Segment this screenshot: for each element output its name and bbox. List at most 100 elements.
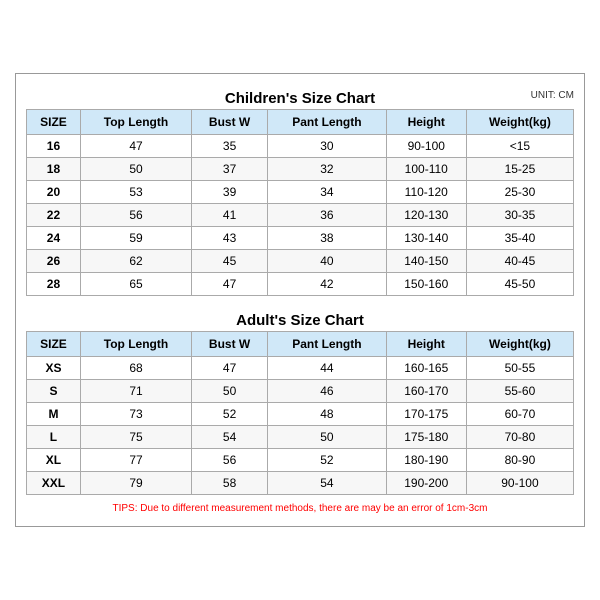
table-cell: 30-35 — [466, 204, 573, 227]
table-row: M735248170-17560-70 — [27, 403, 574, 426]
table-cell: 180-190 — [386, 449, 466, 472]
table-cell: 47 — [80, 135, 191, 158]
table-cell: 170-175 — [386, 403, 466, 426]
table-cell: 90-100 — [386, 135, 466, 158]
table-row: 1647353090-100<15 — [27, 135, 574, 158]
table-cell: 56 — [192, 449, 268, 472]
table-cell: 60-70 — [466, 403, 573, 426]
table-cell: 45-50 — [466, 273, 573, 296]
table-cell: L — [27, 426, 81, 449]
table-cell: 50 — [268, 426, 386, 449]
table-cell: 46 — [268, 380, 386, 403]
table-cell: 24 — [27, 227, 81, 250]
tips-text: TIPS: Due to different measurement metho… — [26, 499, 574, 516]
table-cell: S — [27, 380, 81, 403]
table-cell: 16 — [27, 135, 81, 158]
table-cell: 160-170 — [386, 380, 466, 403]
table-cell: 45 — [192, 250, 268, 273]
table-cell: 56 — [80, 204, 191, 227]
table-cell: 175-180 — [386, 426, 466, 449]
table-cell: 77 — [80, 449, 191, 472]
table-cell: 20 — [27, 181, 81, 204]
table-row: XXL795854190-20090-100 — [27, 472, 574, 495]
table-cell: 35 — [192, 135, 268, 158]
table-cell: 58 — [192, 472, 268, 495]
col-header-weight: Weight(kg) — [466, 110, 573, 135]
table-cell: 150-160 — [386, 273, 466, 296]
table-cell: 70-80 — [466, 426, 573, 449]
table-cell: 30 — [268, 135, 386, 158]
table-row: XL775652180-19080-90 — [27, 449, 574, 472]
table-cell: XL — [27, 449, 81, 472]
table-cell: 28 — [27, 273, 81, 296]
table-cell: 40 — [268, 250, 386, 273]
table-cell: 62 — [80, 250, 191, 273]
unit-label: UNIT: CM — [531, 90, 574, 101]
table-cell: 37 — [192, 158, 268, 181]
table-cell: 65 — [80, 273, 191, 296]
table-row: 26624540140-15040-45 — [27, 250, 574, 273]
adult-col-header-size: SIZE — [27, 332, 81, 357]
adult-col-header-weight: Weight(kg) — [466, 332, 573, 357]
adult-col-header-pant-length: Pant Length — [268, 332, 386, 357]
adult-col-header-top-length: Top Length — [80, 332, 191, 357]
adult-col-header-height: Height — [386, 332, 466, 357]
table-cell: 80-90 — [466, 449, 573, 472]
table-cell: 53 — [80, 181, 191, 204]
table-cell: M — [27, 403, 81, 426]
table-cell: XXL — [27, 472, 81, 495]
children-section-title: Children's Size Chart UNIT: CM — [26, 84, 574, 109]
table-cell: 71 — [80, 380, 191, 403]
table-cell: 54 — [192, 426, 268, 449]
table-cell: 41 — [192, 204, 268, 227]
table-row: 22564136120-13030-35 — [27, 204, 574, 227]
table-cell: 18 — [27, 158, 81, 181]
table-cell: 36 — [268, 204, 386, 227]
table-cell: 32 — [268, 158, 386, 181]
table-cell: 35-40 — [466, 227, 573, 250]
table-cell: 100-110 — [386, 158, 466, 181]
table-row: XS684744160-16550-55 — [27, 357, 574, 380]
table-cell: 54 — [268, 472, 386, 495]
table-cell: 73 — [80, 403, 191, 426]
adult-table-body: XS684744160-16550-55S715046160-17055-60M… — [27, 357, 574, 495]
col-header-top-length: Top Length — [80, 110, 191, 135]
table-row: 28654742150-16045-50 — [27, 273, 574, 296]
table-row: 24594338130-14035-40 — [27, 227, 574, 250]
size-chart-container: Children's Size Chart UNIT: CM SIZE Top … — [15, 73, 585, 527]
children-header-row: SIZE Top Length Bust W Pant Length Heigh… — [27, 110, 574, 135]
table-row: S715046160-17055-60 — [27, 380, 574, 403]
adult-size-table: SIZE Top Length Bust W Pant Length Heigh… — [26, 331, 574, 495]
table-cell: 90-100 — [466, 472, 573, 495]
col-header-bust-w: Bust W — [192, 110, 268, 135]
table-cell: 52 — [268, 449, 386, 472]
table-cell: 110-120 — [386, 181, 466, 204]
table-cell: 22 — [27, 204, 81, 227]
table-cell: 50-55 — [466, 357, 573, 380]
table-cell: 39 — [192, 181, 268, 204]
table-cell: 48 — [268, 403, 386, 426]
table-cell: 26 — [27, 250, 81, 273]
adult-section-title: Adult's Size Chart — [26, 306, 574, 331]
table-cell: 52 — [192, 403, 268, 426]
adult-title-text: Adult's Size Chart — [236, 312, 364, 329]
table-cell: 190-200 — [386, 472, 466, 495]
children-table-body: 1647353090-100<1518503732100-11015-25205… — [27, 135, 574, 296]
adult-col-header-bust-w: Bust W — [192, 332, 268, 357]
table-cell: 42 — [268, 273, 386, 296]
table-cell: 75 — [80, 426, 191, 449]
table-cell: 50 — [80, 158, 191, 181]
table-cell: 50 — [192, 380, 268, 403]
col-header-height: Height — [386, 110, 466, 135]
children-size-table: SIZE Top Length Bust W Pant Length Heigh… — [26, 109, 574, 296]
table-cell: 120-130 — [386, 204, 466, 227]
table-cell: 40-45 — [466, 250, 573, 273]
table-cell: 47 — [192, 273, 268, 296]
table-cell: 140-150 — [386, 250, 466, 273]
table-cell: 34 — [268, 181, 386, 204]
table-cell: 79 — [80, 472, 191, 495]
col-header-size: SIZE — [27, 110, 81, 135]
table-row: L755450175-18070-80 — [27, 426, 574, 449]
table-cell: 160-165 — [386, 357, 466, 380]
table-cell: 55-60 — [466, 380, 573, 403]
